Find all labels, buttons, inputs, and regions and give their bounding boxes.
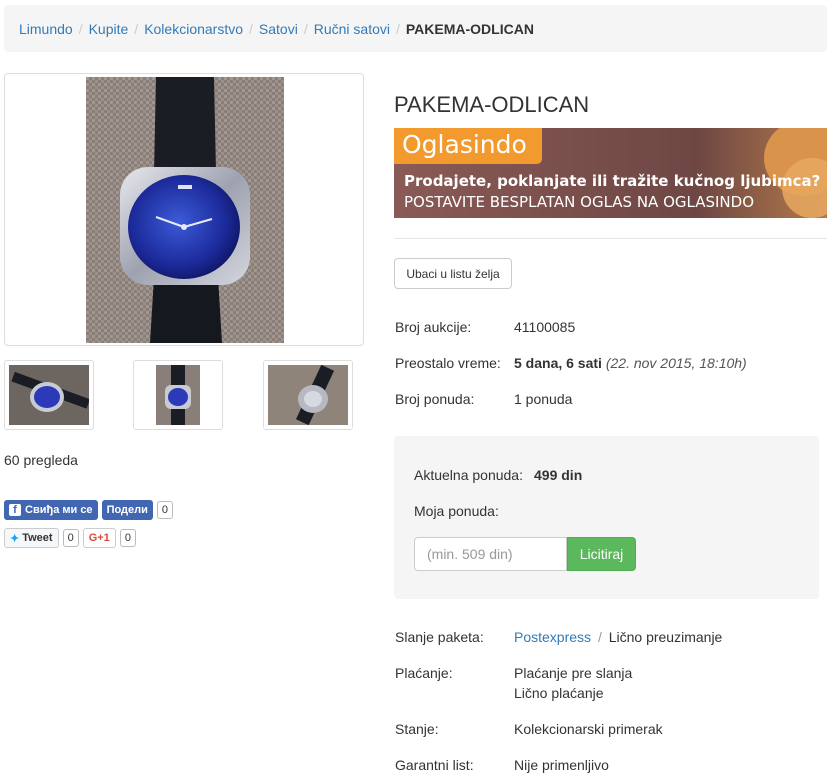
time-left-duration: 5 dana, 6 sati bbox=[514, 355, 602, 371]
thumbnail-3[interactable] bbox=[263, 360, 353, 430]
shipping-separator: / bbox=[597, 629, 602, 645]
breadcrumb-separator: / bbox=[134, 20, 139, 37]
google-plus-button[interactable]: G+1 bbox=[82, 528, 116, 548]
warranty-label: Garantni list: bbox=[395, 757, 474, 773]
time-left-value: 5 dana, 6 sati (22. nov 2015, 18:10h) bbox=[514, 355, 747, 371]
place-bid-button[interactable]: Licitiraj bbox=[567, 537, 636, 571]
facebook-like-button[interactable]: f Свиђа ми се bbox=[4, 500, 98, 520]
bid-count-link[interactable]: 1 ponuda bbox=[514, 391, 572, 407]
thumbnail-2[interactable] bbox=[133, 360, 223, 430]
thumbnail-1[interactable] bbox=[4, 360, 94, 430]
auction-id-label: Broj aukcije: bbox=[395, 319, 472, 335]
watch-photo bbox=[86, 77, 284, 343]
facebook-share-label: Подели bbox=[106, 504, 148, 516]
breadcrumb-link-limundo[interactable]: Limundo bbox=[19, 21, 73, 37]
current-bid-value: 499 din bbox=[534, 467, 583, 483]
current-bid-label: Aktuelna ponuda: bbox=[414, 467, 523, 483]
payment-label: Plaćanje: bbox=[395, 665, 453, 681]
condition-value: Kolekcionarski primerak bbox=[514, 721, 663, 737]
breadcrumb-link-kolekcionarstvo[interactable]: Kolekcionarstvo bbox=[144, 21, 243, 37]
tweet-gplus-row: ✦ Tweet 0 G+1 0 bbox=[4, 528, 136, 548]
google-plus-count: 0 bbox=[119, 529, 136, 547]
product-title: PAKEMA-ODLICAN bbox=[394, 92, 590, 117]
payment-method-1: Plaćanje pre slanja bbox=[514, 665, 633, 681]
my-bid-label: Moja ponuda: bbox=[414, 503, 499, 519]
facebook-share-button[interactable]: Подели bbox=[101, 500, 153, 520]
time-left-label: Preostalo vreme: bbox=[395, 355, 501, 371]
auction-id-value: 41100085 bbox=[514, 319, 576, 335]
bid-count-label: Broj ponuda: bbox=[395, 391, 475, 407]
breadcrumb: Limundo / Kupite / Kolekcionarstvo / Sat… bbox=[4, 5, 827, 52]
oglasindo-ad-banner[interactable]: Oglasindo Prodajete, poklanjate ili traž… bbox=[394, 128, 827, 218]
view-count: 60 pregleda bbox=[4, 452, 78, 468]
postexpress-link[interactable]: Postexpress bbox=[514, 629, 591, 645]
breadcrumb-link-kupite[interactable]: Kupite bbox=[89, 21, 129, 37]
facebook-count: 0 bbox=[156, 501, 174, 519]
breadcrumb-separator: / bbox=[303, 20, 308, 37]
main-product-photo[interactable] bbox=[4, 73, 364, 346]
facebook-like-label: Свиђа ми се bbox=[25, 504, 93, 516]
warranty-value: Nije primenljivo bbox=[514, 757, 609, 773]
breadcrumb-link-rucni-satovi[interactable]: Ručni satovi bbox=[314, 21, 390, 37]
shipping-value: Postexpress / Lično preuzimanje bbox=[514, 629, 722, 645]
time-left-date: (22. nov 2015, 18:10h) bbox=[605, 355, 747, 371]
bid-amount-input[interactable] bbox=[414, 537, 567, 571]
tweet-button[interactable]: ✦ Tweet bbox=[4, 528, 59, 548]
breadcrumb-separator: / bbox=[395, 20, 400, 37]
breadcrumb-separator: / bbox=[78, 20, 83, 37]
divider bbox=[394, 238, 827, 239]
thumbnail-image bbox=[268, 365, 348, 425]
twitter-bird-icon: ✦ bbox=[10, 532, 20, 545]
breadcrumb-current: PAKEMA-ODLICAN bbox=[405, 20, 534, 37]
google-plus-label: G+1 bbox=[88, 532, 110, 544]
payment-method-2: Lično plaćanje bbox=[514, 685, 604, 701]
banner-brand: Oglasindo bbox=[402, 130, 527, 159]
add-to-wishlist-button[interactable]: Ubaci u listu želja bbox=[394, 258, 512, 289]
banner-line1: Prodajete, poklanjate ili tražite kučnog… bbox=[404, 172, 821, 190]
breadcrumb-separator: / bbox=[249, 20, 253, 37]
condition-label: Stanje: bbox=[395, 721, 439, 737]
shipping-label: Slanje paketa: bbox=[395, 629, 484, 645]
shipping-pickup: Lično preuzimanje bbox=[608, 629, 723, 645]
facebook-icon: f bbox=[9, 504, 21, 516]
thumbnail-image bbox=[156, 365, 200, 425]
tweet-count: 0 bbox=[62, 529, 79, 547]
breadcrumb-link-satovi[interactable]: Satovi bbox=[259, 21, 298, 37]
thumbnail-image bbox=[9, 365, 89, 425]
facebook-share-row: f Свиђа ми се Подели 0 bbox=[4, 500, 174, 520]
banner-line2: POSTAVITE BESPLATAN OGLAS NA OGLASINDO bbox=[404, 193, 754, 211]
tweet-label: Tweet bbox=[22, 532, 53, 544]
